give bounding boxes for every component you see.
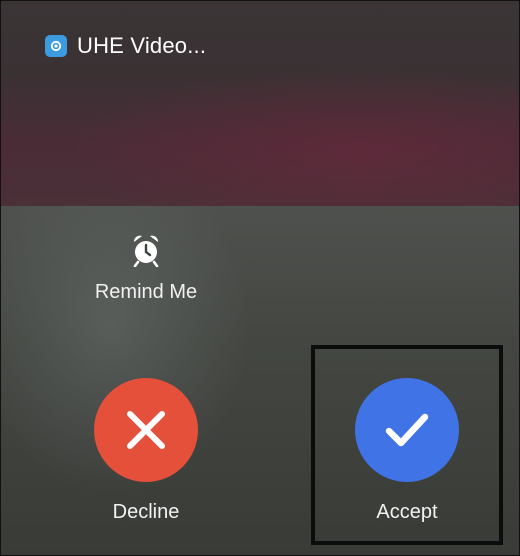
decline-button[interactable] (94, 378, 198, 482)
app-icon (45, 35, 67, 57)
checkmark-icon (385, 413, 429, 447)
accept-button[interactable] (355, 378, 459, 482)
notification-header: UHE Video... (45, 32, 206, 60)
accept-label: Accept (376, 501, 438, 523)
alarm-clock-icon (133, 235, 159, 267)
incoming-call-notification: UHE Video... Remind Me Decline Accept (0, 0, 520, 556)
remind-me-label: Remind Me (94, 281, 198, 303)
close-icon (127, 411, 165, 449)
decline-action: Decline (66, 378, 226, 524)
app-name: UHE Video... (77, 33, 207, 58)
accept-action: Accept (327, 378, 487, 524)
decline-label: Decline (112, 501, 180, 523)
remind-me-button[interactable]: Remind Me (76, 233, 216, 304)
